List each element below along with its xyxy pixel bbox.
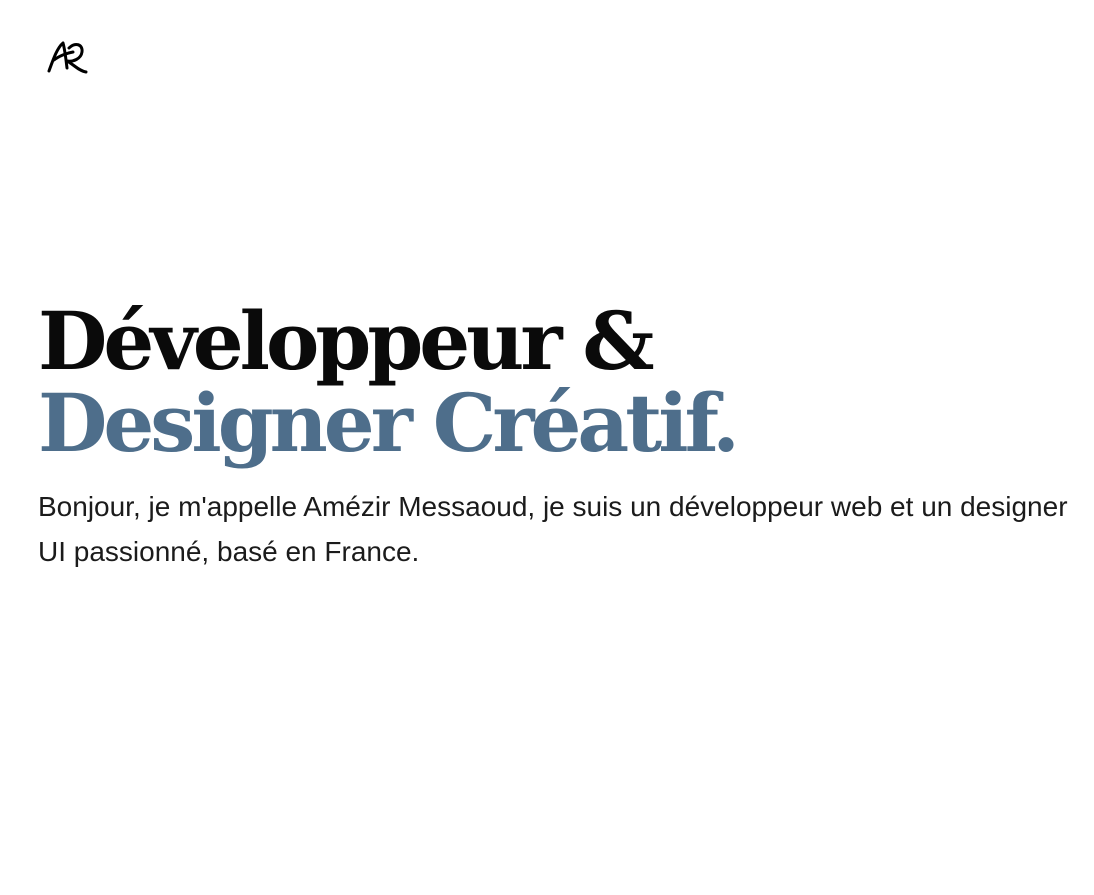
hero-section: Développeur & Designer Créatif. Bonjour,…: [38, 300, 1068, 574]
headline-line-developer: Développeur &: [38, 294, 655, 388]
hero-headline: Développeur & Designer Créatif.: [38, 300, 1068, 464]
monogram-logo-icon: [47, 41, 88, 74]
logo-link[interactable]: [45, 38, 89, 78]
hero-intro-text: Bonjour, je m'appelle Amézir Messaoud, j…: [38, 491, 1068, 567]
headline-line-designer: Designer Créatif.: [38, 376, 740, 470]
